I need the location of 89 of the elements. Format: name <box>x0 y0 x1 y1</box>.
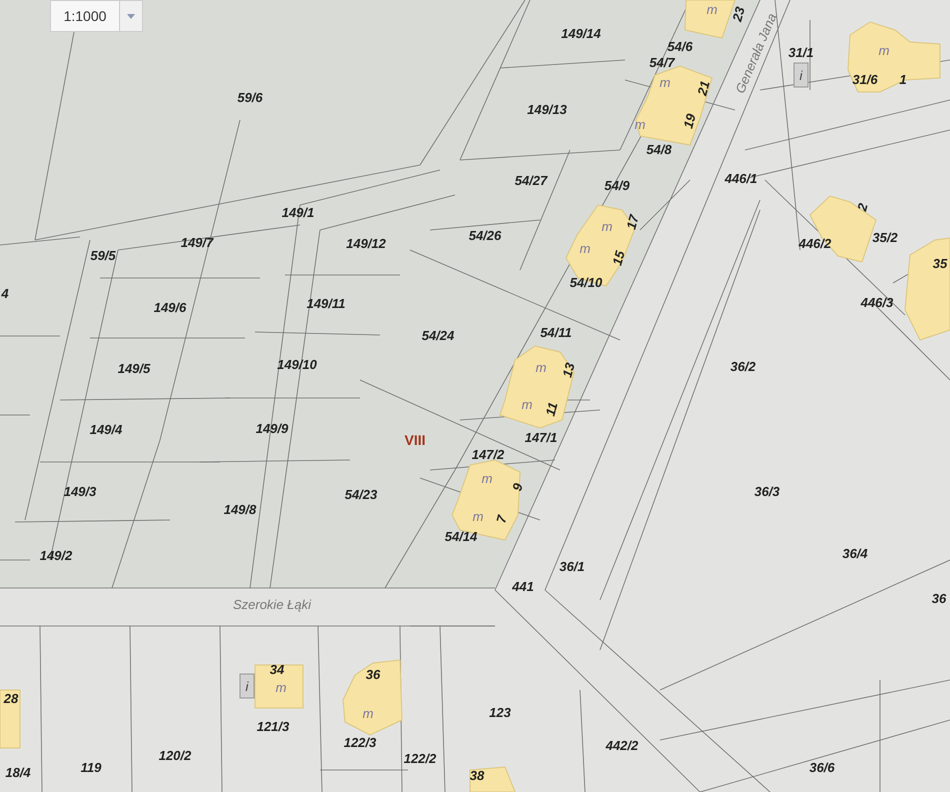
parcel-number: 147/2 <box>472 447 504 462</box>
parcel-number: 120/2 <box>158 748 192 763</box>
parcel-number: 149/11 <box>306 296 346 311</box>
parcel-number: 31/1 <box>788 45 814 60</box>
building-number: 1 <box>899 72 907 87</box>
parcel-number: 54/27 <box>514 173 548 188</box>
parcel-number: 54/10 <box>570 275 602 290</box>
building-footprint <box>0 690 20 748</box>
annex-marker: i <box>800 68 802 83</box>
parcel-number: 446/1 <box>724 171 758 186</box>
building-number: 23 <box>729 5 748 24</box>
scale-field[interactable]: 1:1000 <box>50 0 120 32</box>
parcel-number: 36/4 <box>842 546 868 561</box>
parcel-number: 149/14 <box>561 26 601 41</box>
building-number: 13 <box>559 361 578 380</box>
parcel-number: 36/2 <box>730 359 756 374</box>
parcel-number: 149/4 <box>90 422 122 437</box>
building-use-label: m <box>580 241 590 256</box>
parcel-number: 54/14 <box>444 529 478 544</box>
building-number: 11 <box>542 400 560 418</box>
parcel-number: 149/5 <box>118 361 150 376</box>
parcel-number: 36/3 <box>754 484 780 499</box>
building-use-label: m <box>634 117 646 132</box>
building-number: 17 <box>623 213 642 232</box>
parcel-number: 149/12 <box>346 236 386 251</box>
building-use-label: m <box>602 219 612 234</box>
parcel-number: 149/6 <box>154 300 186 315</box>
parcel-number: 149/13 <box>527 102 567 117</box>
parcel-number: 149/9 <box>256 421 288 436</box>
parcel-number: 54/11 <box>540 325 572 340</box>
parcel-number: 54/8 <box>646 142 672 157</box>
parcel-number: 446/2 <box>798 236 832 251</box>
parcel-number: 35 <box>932 256 948 271</box>
parcel-number: 54/23 <box>344 487 378 502</box>
building-number: 36 <box>366 667 380 682</box>
parcel-number: 59/5 <box>90 248 116 263</box>
building-number: 7 <box>493 514 510 525</box>
parcel-number: 54/24 <box>422 328 454 343</box>
parcel-number: 119 <box>80 760 102 775</box>
parcel-number: 149/3 <box>64 484 96 499</box>
building-use-label: m <box>706 2 718 17</box>
building-use-label: m <box>472 509 484 524</box>
dropdown-button[interactable] <box>120 0 143 32</box>
caret-icon <box>127 14 135 18</box>
parcel-number: 54/26 <box>468 228 502 243</box>
building-number: 2 <box>854 202 871 213</box>
parcel-number: 35/2 <box>872 230 898 245</box>
annex-footprint <box>240 674 254 698</box>
parcel-number: 149/2 <box>40 548 72 563</box>
building-use-label: m <box>276 680 286 695</box>
parcel-number: 149/1 <box>282 205 314 220</box>
building-use-label: m <box>482 471 492 486</box>
street-name: Szerokie Łąki <box>232 597 312 612</box>
parcel-number: 54/7 <box>649 55 675 70</box>
building-number: 19 <box>680 112 699 130</box>
building-use-label: m <box>660 75 670 90</box>
building-footprint <box>254 664 304 708</box>
building-use-label: m <box>522 397 532 412</box>
parcel-number: 36/1 <box>559 559 585 574</box>
building-footprint <box>470 766 516 792</box>
building-use-label: m <box>362 706 374 721</box>
parcel-number: 36/6 <box>809 760 835 775</box>
parcel-number: 122/3 <box>344 735 376 750</box>
parcel-number: 442/2 <box>606 738 638 753</box>
parcel-number: 54/6 <box>667 39 693 54</box>
parcel-number: 36 <box>932 591 946 606</box>
building-number: 21 <box>694 79 713 98</box>
parcel-number: 149/8 <box>224 502 256 517</box>
parcel-number: 149/10 <box>277 357 317 372</box>
parcel-number: 147/1 <box>524 430 558 445</box>
district-label: VIII <box>404 432 426 448</box>
building-use-label: m <box>536 360 546 375</box>
parcel-number: 18/4 <box>5 765 31 780</box>
building-number: 15 <box>609 249 628 268</box>
building-number: 28 <box>4 691 18 706</box>
parcel-number: 4 <box>1 286 9 301</box>
parcel-number: 149/7 <box>180 235 214 250</box>
building-number: 9 <box>509 482 526 493</box>
parcel-number: 123 <box>489 705 511 720</box>
parcel-number: 31/6 <box>852 72 878 87</box>
building-use-label: m <box>878 43 890 58</box>
annex-marker: i <box>246 679 248 694</box>
building-number: 34 <box>270 662 284 677</box>
building-number: 38 <box>470 768 484 783</box>
parcel-number: 441 <box>512 579 534 594</box>
parcel-number: 121/3 <box>256 719 290 734</box>
parcel-number: 122/2 <box>404 751 436 766</box>
parcel-number: 59/6 <box>237 90 263 105</box>
annex-footprint <box>794 62 808 88</box>
